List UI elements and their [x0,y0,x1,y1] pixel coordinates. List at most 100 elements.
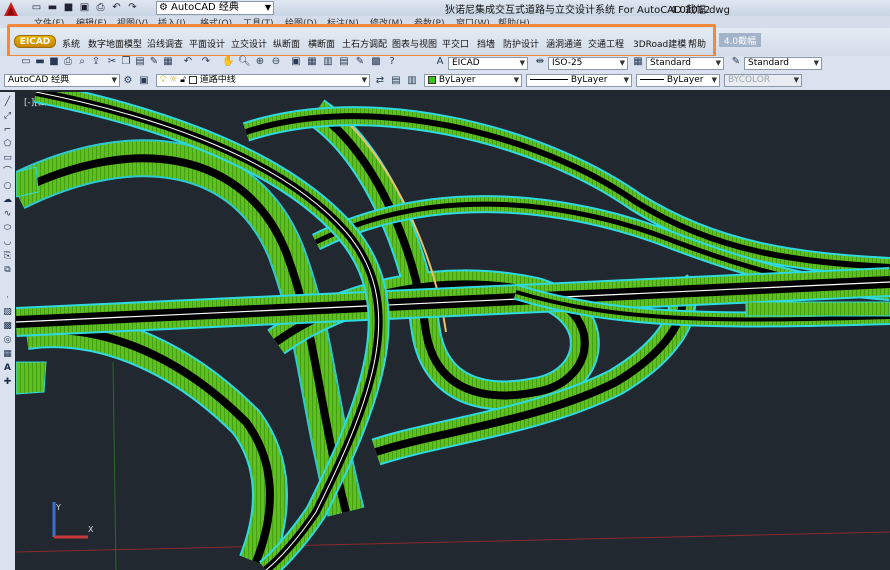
plotstyle-value: BYCOLOR [728,75,771,85]
publish-icon[interactable]: ⇪ [90,56,102,68]
layer-properties-icon[interactable]: ▣ [138,75,150,87]
properties-icon[interactable]: ▣ [290,56,302,68]
lineweight-select[interactable]: ByLayer ▼ [636,74,720,87]
insert-block-icon[interactable]: ⎘ [1,250,14,262]
gradient-icon[interactable]: ▩ [1,320,14,332]
standard-toolbar: ▭ ▬ ■ ⎙ ⌕ ⇪ ✂ ❐ ▤ ✎ ▦ ↶ ↷ ✋ 🔍︎ ⊕ ⊖ ▣ ▦ ▥… [0,56,890,72]
sheet-set-icon[interactable]: ▤ [338,56,350,68]
workspace-label: AutoCAD 经典 [171,2,239,13]
line-icon[interactable]: ╱ [1,96,14,108]
layer-select[interactable]: 💡︎ ☼ 🔓︎ 道路中线 ▼ [156,74,370,87]
quickcalc-icon[interactable]: ▩ [370,56,382,68]
grid-axis-x [16,531,890,553]
undo-icon[interactable]: ↶ [110,1,123,14]
open-folder-icon[interactable]: ▬ [46,1,59,14]
point-icon[interactable]: ⋅ [1,292,14,304]
design-center-icon[interactable]: ▦ [306,56,318,68]
table-style-value: Standard [650,58,691,68]
ellipse-icon[interactable]: ⬭ [1,222,14,234]
gear-icon: ⚙ [159,2,168,13]
region-icon[interactable]: ◎ [1,334,14,346]
add-selected-icon[interactable]: ✚ [1,376,14,388]
multileader-style-icon[interactable]: ✎ [730,56,742,68]
multileader-style-value: Standard [748,58,789,68]
table-style-select[interactable]: Standard ▼ [646,57,724,70]
dim-style-value: ISO-25 [552,58,583,68]
print-icon[interactable]: ⎙ [62,56,74,68]
match-properties-icon[interactable]: ✎ [148,56,160,68]
dim-style-icon[interactable]: ⇹ [534,56,546,68]
polyline-icon[interactable]: ⌐ [1,124,14,136]
make-block-icon[interactable]: ⧉ [1,264,14,276]
lightbulb-icon: 💡︎ [160,75,167,85]
zoom-realtime-icon[interactable]: 🔍︎ [238,56,251,68]
layers-toolbar: AutoCAD 经典 ▼ ⚙ ▣ 💡︎ ☼ 🔓︎ 道路中线 ▼ ⇄ ▤ ▥ ByLa… [0,72,890,90]
new-icon[interactable]: ▭ [20,56,32,68]
lock-icon: 🔓︎ [180,75,186,85]
workspace-value: AutoCAD 经典 [8,75,70,85]
linetype-value: ByLayer [570,75,608,85]
undo-icon[interactable]: ↶ [182,56,194,68]
title-bar: ▭ ▬ ■ ▣ ⎙ ↶ ↷ ⚙ AutoCAD 经典 ▼ 狄诺尼集成交互式道路与… [0,0,890,18]
quick-access-toolbar: ▭ ▬ ■ ▣ ⎙ ↶ ↷ [30,1,139,14]
zoom-window-icon[interactable]: ⊕ [254,56,266,68]
dim-style-select[interactable]: ISO-25 ▼ [548,57,628,70]
workspace-select[interactable]: AutoCAD 经典 ▼ [4,74,120,87]
pan-icon[interactable]: ✋ [222,56,234,68]
construction-line-icon[interactable]: ⤢ [1,110,14,122]
layer-value: 道路中线 [199,75,236,85]
open-icon[interactable]: ▬ [34,56,46,68]
draw-toolbar: ╱ ⤢ ⌐ ⬠ ▭ ⌒ ○ ☁︎ ∿ ⬭ ◡ ⎘ ⧉ ⋅ ▨ ▩ ◎ ▦ A ✚ [0,92,15,570]
help-icon[interactable]: ? [386,56,398,68]
plot-preview-icon[interactable]: ⌕ [76,56,88,68]
table-icon[interactable]: ▦ [1,348,14,360]
revision-cloud-icon[interactable]: ☁︎ [1,194,14,206]
save-as-icon[interactable]: ▣ [78,1,91,14]
hatch-icon[interactable]: ▨ [1,306,14,318]
ucs-icon: Y X [52,502,94,539]
embankment-pad-top [16,166,39,198]
linetype-select[interactable]: ByLayer ▼ [526,74,632,87]
paste-icon[interactable]: ▤ [134,56,146,68]
ucs-x-label: X [88,525,94,534]
table-style-icon[interactable]: ▦ [632,56,644,68]
redo-icon[interactable]: ↷ [126,1,139,14]
make-current-icon[interactable]: ⇄ [374,75,386,87]
spline-icon[interactable]: ∿ [1,208,14,220]
cut-icon[interactable]: ✂ [106,56,118,68]
layer-previous-icon[interactable]: ▤ [390,75,402,87]
markup-icon[interactable]: ✎ [354,56,366,68]
save-icon[interactable]: ■ [62,1,75,14]
lineweight-preview [640,79,664,80]
tool-palettes-icon[interactable]: ▥ [322,56,334,68]
color-select[interactable]: ByLayer ▼ [424,74,522,87]
layer-color-swatch [188,75,197,84]
redo-icon[interactable]: ↷ [200,56,212,68]
document-name: 4.0截幅.dwg [670,5,730,16]
sun-icon: ☼ [169,75,178,85]
save-icon[interactable]: ■ [48,56,60,68]
grid-axis-y [112,361,117,570]
zoom-previous-icon[interactable]: ⊖ [270,56,282,68]
multileader-style-select[interactable]: Standard ▼ [744,57,822,70]
version-tab[interactable]: 4.0截幅 [719,33,761,47]
arc-icon[interactable]: ⌒ [1,166,14,178]
layer-state-icon[interactable]: ▥ [406,75,418,87]
text-style-icon[interactable]: A [434,56,446,68]
block-editor-icon[interactable]: ▦ [162,56,174,68]
copy-icon[interactable]: ❐ [120,56,132,68]
ellipse-arc-icon[interactable]: ◡ [1,236,14,248]
multiline-text-icon[interactable]: A [1,362,14,374]
text-style-select[interactable]: EICAD ▼ [448,57,528,70]
new-file-icon[interactable]: ▭ [30,1,43,14]
polygon-icon[interactable]: ⬠ [1,138,14,150]
workspace-switcher[interactable]: ⚙ AutoCAD 经典 ▼ [156,1,274,15]
circle-icon[interactable]: ○ [1,180,14,192]
color-value: ByLayer [438,75,476,85]
print-icon[interactable]: ⎙ [94,1,107,14]
rectangle-icon[interactable]: ▭ [1,152,14,164]
ribbon-highlight-frame [7,24,716,58]
gear-icon[interactable]: ⚙ [122,75,134,87]
ucs-y-label: Y [55,503,61,512]
linetype-preview [530,79,568,80]
